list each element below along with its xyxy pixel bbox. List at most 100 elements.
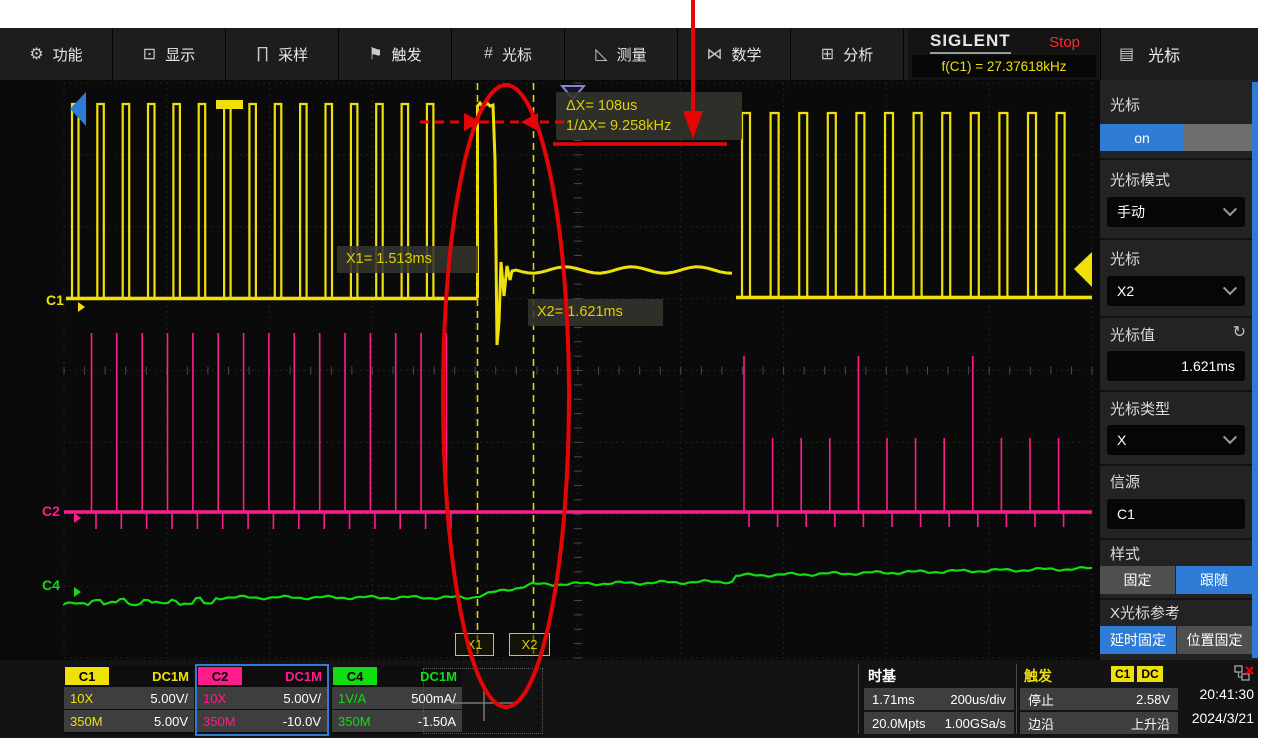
- chevron-down-icon: [1223, 202, 1237, 216]
- divider: [1100, 238, 1252, 240]
- toggle-off-state[interactable]: [1184, 124, 1252, 151]
- menu-trigger[interactable]: ⚑ 触发: [339, 28, 452, 80]
- source-value: C1: [1117, 506, 1135, 522]
- style-follow-button[interactable]: 跟随: [1176, 566, 1252, 594]
- panel-title: 光标: [1148, 42, 1180, 66]
- display-icon: ⊡: [143, 44, 156, 64]
- channel-c2-box[interactable]: C2 DC1M 10X 5.00V/ 350M -10.0V: [197, 666, 327, 734]
- trigger-slope: 上升沿: [1131, 714, 1170, 733]
- menu-cursors-label: 光标: [502, 44, 532, 65]
- source-label: 信源: [1110, 471, 1140, 492]
- c2-probe: 10X: [203, 691, 226, 706]
- panel-scrollbar[interactable]: [1252, 82, 1258, 658]
- cursor-select-dropdown[interactable]: X2: [1107, 276, 1245, 306]
- gear-icon: ⚙: [29, 44, 43, 64]
- cursor-mode-dropdown[interactable]: 手动: [1107, 197, 1245, 227]
- divider: [1100, 390, 1252, 392]
- crosshair-grid-icon: #: [484, 45, 493, 63]
- c2-badge: C2: [198, 667, 242, 685]
- trigger-type: 边沿: [1028, 714, 1054, 733]
- c1-badge: C1: [65, 667, 109, 685]
- source-field[interactable]: C1: [1107, 499, 1245, 529]
- timebase-label: 时基: [868, 666, 896, 686]
- cursor-value: 1.621ms: [1181, 358, 1235, 374]
- clock-time: 20:41:30: [1182, 686, 1254, 702]
- ruler-icon: ◺: [595, 44, 607, 64]
- navigator-crosshair-icon: [424, 669, 542, 733]
- brand-status-box: SIGLENT Stop f(C1) = 27.37618kHz: [908, 28, 1100, 80]
- channel-c1-box[interactable]: C1 DC1M 10X 5.00V/ 350M 5.00V: [64, 666, 194, 734]
- brand-logo: SIGLENT: [930, 31, 1011, 54]
- x2-cursor-handle[interactable]: X2: [509, 633, 550, 656]
- divider: [1016, 664, 1017, 734]
- menu-display[interactable]: ⊡ 显示: [113, 28, 226, 80]
- cursor-type-label: 光标类型: [1110, 398, 1170, 419]
- math-icon: ⋈: [706, 44, 722, 64]
- lan-disconnected-icon[interactable]: [1232, 664, 1256, 684]
- waveform-display-area[interactable]: ΔX= 108us 1/ΔX= 9.258kHz X1= 1.513ms X2=…: [0, 80, 1100, 660]
- x-cursor-reference-label: X光标参考: [1110, 602, 1180, 623]
- x1-cursor-handle[interactable]: X1: [455, 633, 494, 656]
- c1-bandwidth: 350M: [70, 714, 103, 729]
- sampling-icon: ∏: [256, 45, 269, 63]
- refresh-icon[interactable]: ↻: [1233, 322, 1246, 342]
- xref-delay-fixed-button[interactable]: 延时固定: [1100, 626, 1176, 654]
- style-label: 样式: [1110, 543, 1140, 564]
- oscilloscope-screen: ⚙ 功能 ⊡ 显示 ∏ 采样 ⚑ 触发 # 光标 ◺ 测量 ⋈ 数学 ⊞ 分析: [0, 0, 1280, 750]
- c1-scale-row: 10X 5.00V/: [64, 687, 194, 709]
- menu-function[interactable]: ⚙ 功能: [0, 28, 113, 80]
- timebase-delay: 1.71ms: [872, 692, 915, 707]
- divider: [1100, 598, 1252, 600]
- divider: [1100, 538, 1252, 540]
- clipboard-icon: ▤: [1119, 44, 1134, 64]
- menu-function-label: 功能: [53, 44, 83, 65]
- divider: [1100, 158, 1252, 160]
- x2-cursor-readout: X2= 1.621ms: [528, 299, 663, 326]
- divider: [1100, 316, 1252, 318]
- menu-cursors[interactable]: # 光标: [452, 28, 565, 80]
- c2-position-marker[interactable]: C2: [42, 503, 60, 519]
- c1-offset-row: 350M 5.00V: [64, 710, 194, 732]
- c4-bandwidth: 350M: [338, 714, 371, 729]
- c2-bandwidth: 350M: [203, 714, 236, 729]
- menu-analysis-label: 分析: [843, 44, 873, 65]
- toggle-on-state[interactable]: on: [1100, 124, 1184, 151]
- c2-header: C2 DC1M: [197, 666, 327, 686]
- c2-scale-row: 10X 5.00V/: [197, 687, 327, 709]
- waveform-navigator[interactable]: [423, 668, 543, 734]
- trigger-label: 触发: [1024, 666, 1052, 686]
- c2-offset: -10.0V: [283, 714, 321, 729]
- timebase-scale: 200us/div: [950, 692, 1006, 707]
- c2-coupling: DC1M: [285, 669, 322, 684]
- divider: [858, 664, 859, 734]
- cursor-type-dropdown[interactable]: X: [1107, 425, 1245, 455]
- menu-measure[interactable]: ◺ 测量: [565, 28, 678, 80]
- analysis-icon: ⊞: [821, 44, 834, 64]
- run-state-badge[interactable]: Stop: [1049, 34, 1080, 51]
- chevron-down-icon: [1223, 281, 1237, 295]
- frequency-counter-readout: f(C1) = 27.37618kHz: [912, 55, 1096, 77]
- trigger-level: 2.58V: [1136, 692, 1170, 707]
- menu-math-label: 数学: [731, 44, 761, 65]
- flag-icon: ⚑: [368, 44, 382, 64]
- waveform-svg[interactable]: [0, 80, 1100, 660]
- cursor-type-value: X: [1117, 432, 1126, 448]
- cursor-value-input[interactable]: 1.621ms: [1107, 351, 1245, 381]
- menu-math[interactable]: ⋈ 数学: [678, 28, 791, 80]
- menu-acquire[interactable]: ∏ 采样: [226, 28, 339, 80]
- c1-coupling: DC1M: [152, 669, 189, 684]
- xref-position-fixed-button[interactable]: 位置固定: [1177, 626, 1252, 654]
- menu-analysis[interactable]: ⊞ 分析: [791, 28, 904, 80]
- cursor-on-off-toggle[interactable]: on: [1100, 124, 1252, 151]
- cursor-mode-label: 光标模式: [1110, 169, 1170, 190]
- c4-position-marker[interactable]: C4: [42, 577, 60, 593]
- trigger-source-badge: C1DC: [1108, 665, 1163, 683]
- c1-probe: 10X: [70, 691, 93, 706]
- menu-display-label: 显示: [165, 44, 195, 65]
- trigger-mode-row: 停止 2.58V: [1020, 688, 1178, 710]
- c1-position-marker[interactable]: C1: [46, 292, 64, 308]
- menu-trigger-label: 触发: [392, 44, 422, 65]
- style-fixed-button[interactable]: 固定: [1100, 566, 1175, 594]
- trigger-mode: 停止: [1028, 690, 1054, 709]
- timebase-memory: 20.0Mpts: [872, 716, 925, 731]
